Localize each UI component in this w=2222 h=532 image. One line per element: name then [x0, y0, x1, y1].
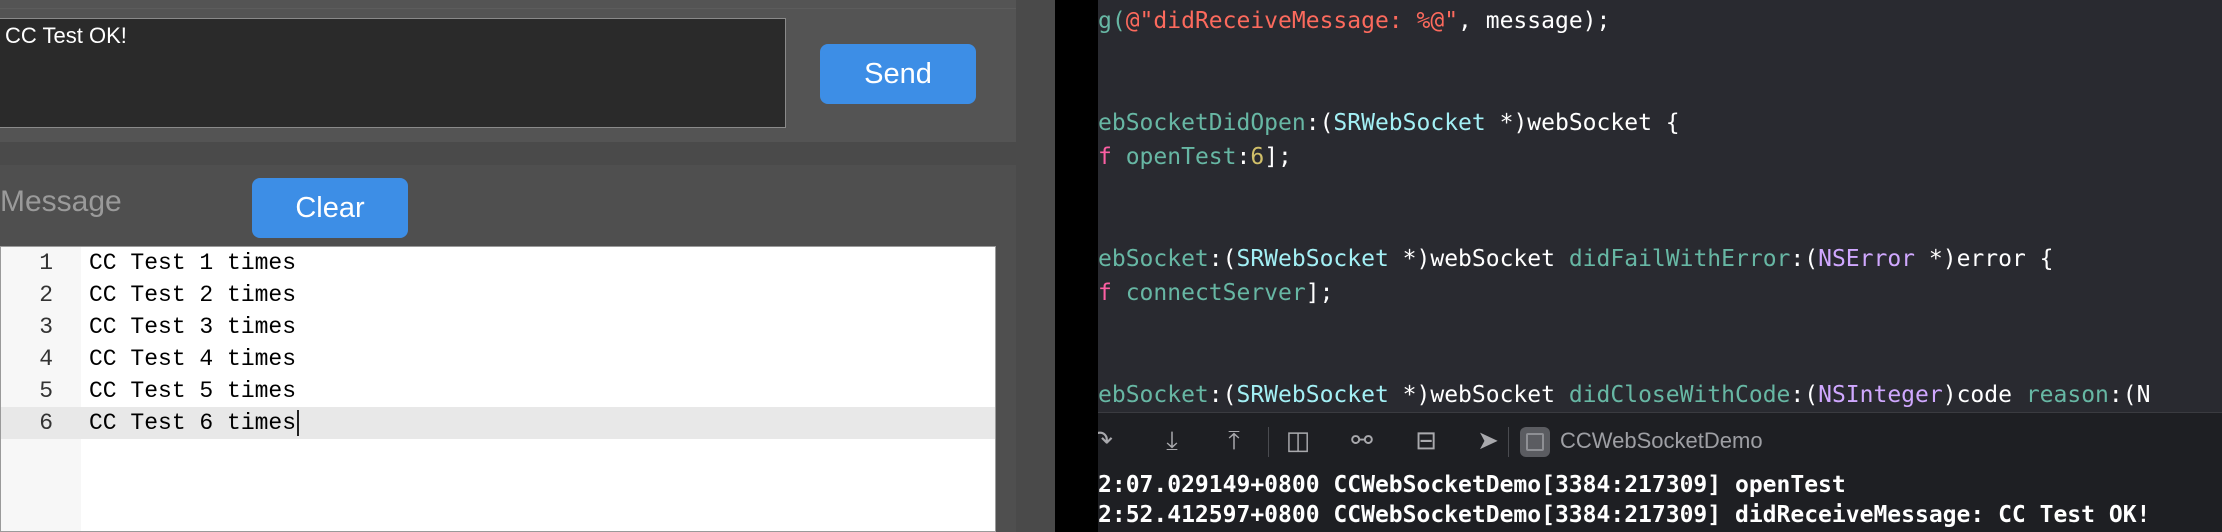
memory-graph-icon[interactable]: ⚯	[1344, 423, 1380, 459]
code-line: ebSocket:(SRWebSocket *)webSocket didClo…	[1098, 382, 2151, 408]
code-line: f connectServer];	[1098, 280, 1334, 306]
message-log-editor[interactable]: 1 CC Test 1 times 2 CC Test 2 times 3 CC…	[0, 246, 996, 532]
console-line: 2:07.029149+0800 CCWebSocketDemo[3384:21…	[1098, 472, 1846, 498]
line-number: 2	[39, 282, 53, 308]
line-number: 6	[39, 410, 53, 436]
xcode-window: g(@"didReceiveMessage: %@", message); eb…	[1098, 0, 2222, 532]
text-cursor	[297, 409, 300, 436]
log-line: 3 CC Test 3 times	[1, 311, 995, 343]
message-label: Message	[0, 185, 122, 218]
simulate-location-icon[interactable]: ➤	[1470, 423, 1506, 459]
step-over-icon[interactable]: ↷	[1098, 423, 1120, 459]
log-line: 4 CC Test 4 times	[1, 343, 995, 375]
debug-console[interactable]: 2:07.029149+0800 CCWebSocketDemo[3384:21…	[1098, 468, 2222, 532]
toolbar-separator	[1268, 427, 1269, 457]
send-panel: CC Test OK! Send	[0, 0, 1016, 142]
window-divider	[1055, 0, 1098, 532]
line-number: 1	[39, 250, 53, 276]
log-line: 5 CC Test 5 times	[1, 375, 995, 407]
log-line-text: CC Test 1 times	[89, 250, 297, 276]
log-line-text: CC Test 2 times	[89, 282, 297, 308]
source-editor[interactable]: g(@"didReceiveMessage: %@", message); eb…	[1098, 0, 2222, 412]
app-icon	[1520, 427, 1550, 457]
log-line-text: CC Test 4 times	[89, 346, 297, 372]
scheme-name[interactable]: CCWebSocketDemo	[1560, 428, 1763, 454]
send-button[interactable]: Send	[820, 44, 976, 104]
code-line: g(@"didReceiveMessage: %@", message);	[1098, 8, 1611, 34]
line-number: 3	[39, 314, 53, 340]
code-line: ebSocketDidOpen:(SRWebSocket *)webSocket…	[1098, 110, 1680, 136]
code-line: ebSocket:(SRWebSocket *)webSocket didFai…	[1098, 246, 2054, 272]
log-line-text: CC Test 6 times	[89, 407, 300, 439]
log-line: 2 CC Test 2 times	[1, 279, 995, 311]
clear-button[interactable]: Clear	[252, 178, 408, 238]
debug-toolbar: ↷ ⤓ ⤒ ◫ ⚯ ⊟ ➤ CCWebSocketDemo	[1098, 412, 2222, 470]
websocket-test-page: CC Test OK! Send Message Clear 1 CC Test…	[0, 0, 1055, 532]
message-input[interactable]: CC Test OK!	[0, 18, 786, 128]
toolbar-separator	[1508, 427, 1509, 457]
line-number: 5	[39, 378, 53, 404]
step-out-icon[interactable]: ⤒	[1216, 423, 1252, 459]
log-line-active: 6 CC Test 6 times	[1, 407, 995, 439]
log-line-text: CC Test 5 times	[89, 378, 297, 404]
step-into-icon[interactable]: ⤓	[1154, 423, 1190, 459]
log-line-text: CC Test 3 times	[89, 314, 297, 340]
line-number: 4	[39, 346, 53, 372]
log-line: 1 CC Test 1 times	[1, 247, 995, 279]
code-line: f openTest:6];	[1098, 144, 1292, 170]
environment-overrides-icon[interactable]: ⊟	[1408, 423, 1444, 459]
view-debugger-icon[interactable]: ◫	[1280, 423, 1316, 459]
console-line: 2:52.412597+0800 CCWebSocketDemo[3384:21…	[1098, 502, 2151, 528]
